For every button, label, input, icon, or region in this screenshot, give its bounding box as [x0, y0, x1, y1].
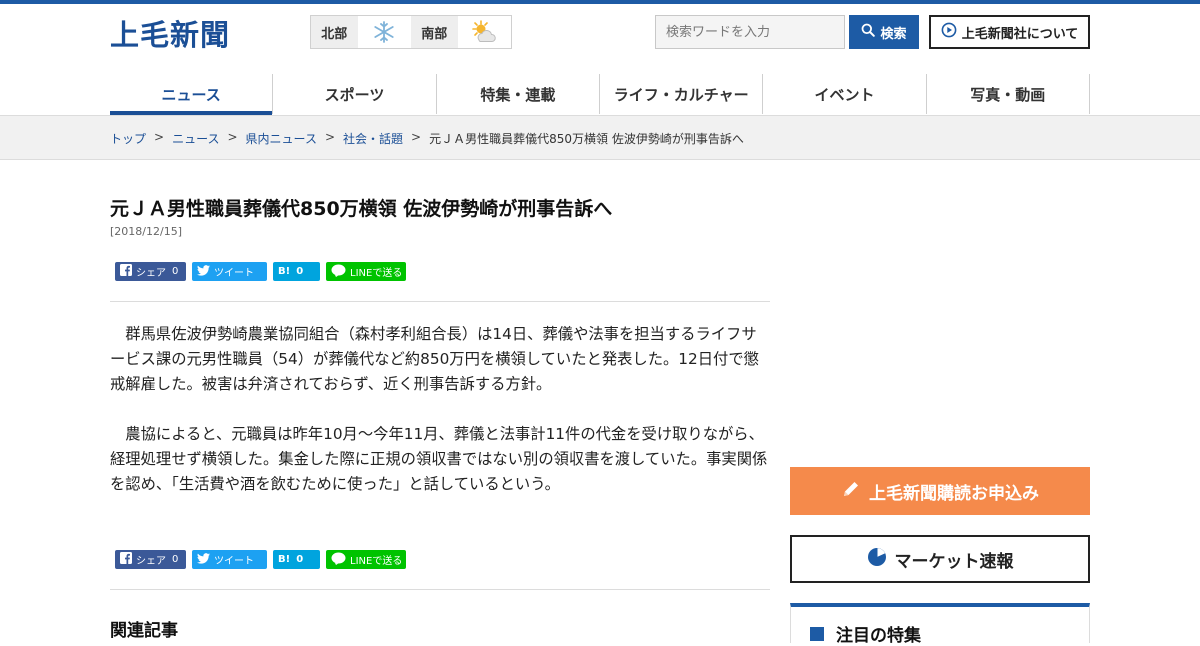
hatena-bookmark-button[interactable]: B! 0	[273, 550, 320, 569]
breadcrumb-society[interactable]: 社会・話題	[343, 130, 403, 147]
line-share-label: LINEで送る	[350, 268, 403, 279]
article-paragraph: 群馬県佐波伊勢崎農業協同組合（森村孝利組合長）は14日、葬儀や法事を担当するライ…	[110, 325, 759, 393]
facebook-icon	[120, 264, 132, 279]
hatena-bookmark-icon: B!	[278, 266, 291, 277]
hatena-bookmark-count: 0	[296, 554, 304, 565]
breadcrumb-top[interactable]: トップ	[110, 130, 146, 147]
breadcrumb-separator: >	[227, 130, 238, 144]
hatena-bookmark-icon: B!	[278, 554, 291, 565]
line-share-label: LINEで送る	[350, 556, 403, 567]
snow-icon	[358, 16, 411, 48]
weather-region-south: 南部	[411, 16, 458, 48]
market-report-button[interactable]: マーケット速報	[790, 535, 1090, 583]
market-report-label: マーケット速報	[894, 551, 1014, 572]
breadcrumb: トップ > ニュース > 県内ニュース > 社会・話題 > 元ＪＡ男性職員葬儀代…	[110, 130, 744, 147]
facebook-icon	[120, 552, 132, 567]
twitter-share-label: ツイート	[214, 556, 254, 567]
related-articles-heading: 関連記事	[110, 621, 178, 641]
featured-section: 注目の特集	[790, 603, 1090, 646]
twitter-bird-icon	[197, 264, 210, 279]
facebook-share-label: シェア	[136, 268, 166, 279]
breadcrumb-separator: >	[324, 130, 336, 144]
twitter-share-label: ツイート	[214, 268, 254, 279]
article-body: 群馬県佐波伊勢崎農業協同組合（森村孝利組合長）は14日、葬儀や法事を担当するライ…	[110, 322, 770, 522]
article-title: 元ＪＡ男性職員葬儀代850万横領 佐波伊勢崎が刑事告訴へ	[110, 198, 613, 220]
line-share-button[interactable]: LINEで送る	[326, 262, 406, 281]
search-input[interactable]	[655, 15, 845, 49]
subscribe-label: 上毛新聞購読お申込み	[869, 483, 1039, 504]
weather-widget[interactable]: 北部 南部	[310, 15, 512, 49]
twitter-share-button[interactable]: ツイート	[192, 262, 267, 281]
facebook-share-label: シェア	[136, 556, 166, 567]
breadcrumb-separator: >	[154, 130, 165, 144]
hatena-bookmark-button[interactable]: B! 0	[273, 262, 320, 281]
breadcrumb-bar: トップ > ニュース > 県内ニュース > 社会・話題 > 元ＪＡ男性職員葬儀代…	[0, 115, 1200, 160]
nav-tab-sports[interactable]: スポーツ	[273, 74, 437, 114]
article-date: [2018/12/15]	[110, 225, 182, 238]
subscribe-button[interactable]: 上毛新聞購読お申込み	[790, 467, 1090, 515]
breadcrumb-news[interactable]: ニュース	[172, 130, 219, 147]
breadcrumb-current: 元ＪＡ男性職員葬儀代850万横領 佐波伊勢崎が刑事告訴へ	[429, 132, 744, 146]
nav-tab-events[interactable]: イベント	[763, 74, 927, 114]
share-buttons-top: シェア 0 ツイート B! 0 LINEで送る	[115, 262, 406, 281]
breadcrumb-local-news[interactable]: 県内ニュース	[246, 130, 317, 147]
twitter-bird-icon	[197, 552, 210, 567]
facebook-share-button[interactable]: シェア 0	[115, 550, 186, 569]
sun-cloud-icon	[458, 16, 511, 48]
article-paragraph: 農協によると、元職員は昨年10月～今年11月、葬儀と法事計11件の代金を受け取り…	[110, 425, 768, 493]
search-button[interactable]: 検索	[849, 15, 919, 49]
share-buttons-bottom: シェア 0 ツイート B! 0 LINEで送る	[115, 550, 406, 569]
featured-heading: 注目の特集	[810, 621, 921, 646]
line-share-button[interactable]: LINEで送る	[326, 550, 406, 569]
facebook-share-count: 0	[172, 266, 179, 277]
facebook-share-count: 0	[172, 554, 179, 565]
about-company-label: 上毛新聞社について	[961, 26, 1079, 42]
line-icon	[331, 264, 346, 280]
top-accent-strip	[0, 0, 1200, 4]
site-logo[interactable]: 上毛新聞	[110, 12, 230, 54]
play-circle-icon	[941, 22, 957, 42]
search-icon	[861, 23, 876, 41]
featured-heading-label: 注目の特集	[836, 626, 921, 646]
divider	[110, 301, 770, 302]
breadcrumb-separator: >	[411, 130, 422, 144]
twitter-share-button[interactable]: ツイート	[192, 550, 267, 569]
pie-chart-icon	[867, 547, 887, 572]
nav-tab-news[interactable]: ニュース	[110, 74, 274, 115]
nav-tab-photo-video[interactable]: 写真・動画	[927, 74, 1090, 114]
nav-tab-life-culture[interactable]: ライフ・カルチャー	[600, 74, 764, 114]
hatena-bookmark-count: 0	[296, 266, 304, 277]
nav-tab-features[interactable]: 特集・連載	[437, 74, 600, 114]
line-icon	[331, 552, 346, 568]
pencil-icon	[841, 479, 861, 504]
about-company-button[interactable]: 上毛新聞社について	[929, 15, 1090, 49]
search-button-label: 検索	[880, 26, 907, 42]
facebook-share-button[interactable]: シェア 0	[115, 262, 186, 281]
main-nav: ニュース スポーツ 特集・連載 ライフ・カルチャー イベント 写真・動画	[110, 74, 1090, 115]
square-bullet-icon	[810, 626, 824, 641]
weather-region-north: 北部	[311, 16, 358, 48]
divider	[110, 589, 770, 590]
